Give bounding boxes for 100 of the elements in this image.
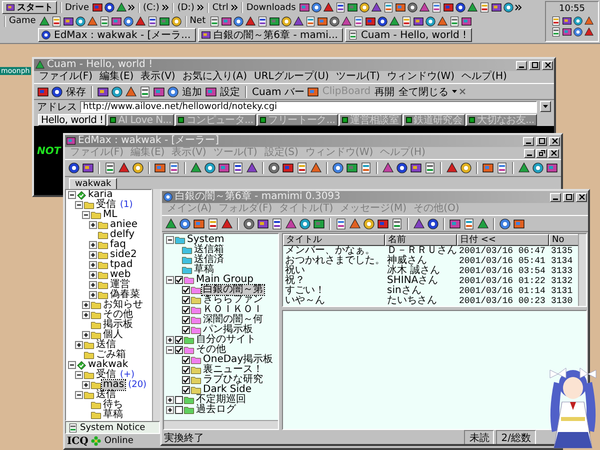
expander-icon[interactable]	[166, 396, 174, 404]
tool-icon[interactable]	[37, 86, 49, 98]
tree-item[interactable]: web	[109, 270, 132, 280]
tray-icon[interactable]	[562, 16, 572, 26]
tool-icon[interactable]	[377, 218, 389, 230]
checkbox[interactable]	[175, 336, 183, 344]
expander-icon[interactable]	[89, 251, 97, 259]
tool-icon[interactable]	[153, 86, 165, 98]
app-icon[interactable]	[280, 16, 292, 26]
tool-icon[interactable]	[268, 162, 280, 174]
tool-icon[interactable]	[271, 218, 283, 230]
tree-item[interactable]: 草稿	[102, 410, 124, 420]
tool-icon[interactable]	[190, 162, 202, 174]
tree-item[interactable]: 過去ログ	[195, 405, 237, 415]
tool-icon[interactable]	[218, 162, 230, 174]
tree-item[interactable]: wakwak	[87, 360, 130, 370]
tree-item[interactable]: 送信	[95, 340, 117, 350]
tool-icon[interactable]	[221, 218, 233, 230]
tree-item[interactable]: その他	[195, 345, 227, 355]
expander-icon[interactable]	[75, 201, 83, 209]
app-icon[interactable]	[466, 2, 478, 13]
app-icon[interactable]	[334, 2, 346, 13]
app-icon[interactable]	[448, 16, 460, 26]
tray-icon[interactable]	[550, 16, 560, 26]
tree-item[interactable]: 待ち	[102, 400, 124, 410]
close-button[interactable]	[576, 192, 587, 202]
tab[interactable]: wakwak	[69, 178, 118, 189]
tool-icon[interactable]	[499, 218, 511, 230]
checkbox[interactable]	[182, 326, 190, 334]
menu-item[interactable]: ウィンドウ(W)	[384, 71, 458, 83]
dropdown-button[interactable]	[540, 101, 551, 112]
tool-icon[interactable]	[477, 218, 489, 230]
tool-icon[interactable]	[396, 162, 408, 174]
taskbar-button[interactable]: EdMax : wakwak - [メーラ...	[38, 28, 196, 42]
app-icon[interactable]	[502, 2, 514, 13]
tree-item[interactable]: 自分のサイト	[195, 335, 257, 345]
app-icon[interactable]	[200, 30, 211, 40]
expander-icon[interactable]	[166, 276, 174, 284]
expander-icon[interactable]	[166, 346, 174, 354]
expander-icon[interactable]	[89, 261, 97, 269]
chevron-icon[interactable]	[128, 4, 135, 11]
tool-icon[interactable]	[382, 162, 394, 174]
maximize-button[interactable]	[529, 60, 540, 70]
taskbar-button[interactable]: Cuam - Hello, world !	[344, 28, 472, 42]
app-icon[interactable]	[104, 2, 115, 13]
expander-icon[interactable]	[82, 311, 90, 319]
tool-icon[interactable]	[282, 162, 294, 174]
app-icon[interactable]	[424, 16, 436, 26]
checkbox[interactable]	[175, 276, 183, 284]
tool-icon[interactable]	[482, 162, 494, 174]
tool-icon[interactable]	[179, 218, 191, 230]
tray-icon[interactable]	[562, 27, 572, 37]
app-icon[interactable]	[370, 2, 382, 13]
tree-item[interactable]: その他	[102, 310, 134, 320]
expander-icon[interactable]	[68, 361, 76, 369]
expander-icon[interactable]	[75, 391, 83, 399]
expander-icon[interactable]	[75, 371, 83, 379]
checkbox[interactable]	[182, 356, 190, 364]
tool-icon[interactable]	[125, 86, 137, 98]
tool-icon[interactable]	[97, 86, 109, 98]
chevron-icon[interactable]	[162, 4, 170, 11]
app-icon[interactable]	[92, 2, 103, 13]
app-icon[interactable]	[352, 16, 364, 26]
app-icon[interactable]	[116, 2, 127, 13]
app-icon[interactable]	[146, 16, 158, 26]
app-icon[interactable]	[340, 16, 352, 26]
column-header[interactable]: タイトル	[283, 234, 385, 246]
app-icon[interactable]	[478, 2, 490, 13]
tool-icon[interactable]	[285, 218, 297, 230]
tree-item[interactable]: aniee	[109, 220, 139, 230]
tool-icon[interactable]	[332, 162, 344, 174]
app-icon[interactable]	[50, 16, 62, 26]
scrollbar[interactable]	[164, 420, 278, 429]
tree-item[interactable]: ML	[102, 210, 118, 220]
expander-icon[interactable]	[89, 281, 97, 289]
app-icon[interactable]	[364, 16, 376, 26]
expander-icon[interactable]	[89, 221, 97, 229]
app-icon[interactable]	[310, 2, 322, 13]
tool-icon[interactable]	[111, 86, 123, 98]
app-icon[interactable]	[220, 16, 232, 26]
column-header[interactable]: No	[549, 234, 578, 246]
expander-icon[interactable]	[82, 381, 90, 389]
toolbar-button[interactable]: Cuam バー	[251, 84, 306, 98]
caret-icon[interactable]	[452, 90, 457, 94]
minimize-button[interactable]	[516, 60, 527, 70]
tool-icon[interactable]	[310, 162, 322, 174]
app-icon[interactable]	[442, 2, 454, 13]
close-button[interactable]	[548, 148, 559, 158]
scrollbar[interactable]	[152, 189, 160, 421]
app-icon[interactable]	[268, 16, 280, 26]
tool-icon[interactable]	[118, 162, 130, 174]
app-icon[interactable]	[304, 16, 316, 26]
expander-icon[interactable]	[75, 341, 83, 349]
app-icon[interactable]	[110, 16, 122, 26]
close-button[interactable]	[542, 60, 553, 70]
minimize-button[interactable]	[524, 148, 535, 158]
column-header[interactable]: 名前	[385, 234, 457, 246]
tool-icon[interactable]	[427, 218, 439, 230]
tool-icon[interactable]	[460, 162, 472, 174]
app-icon[interactable]	[298, 2, 310, 13]
